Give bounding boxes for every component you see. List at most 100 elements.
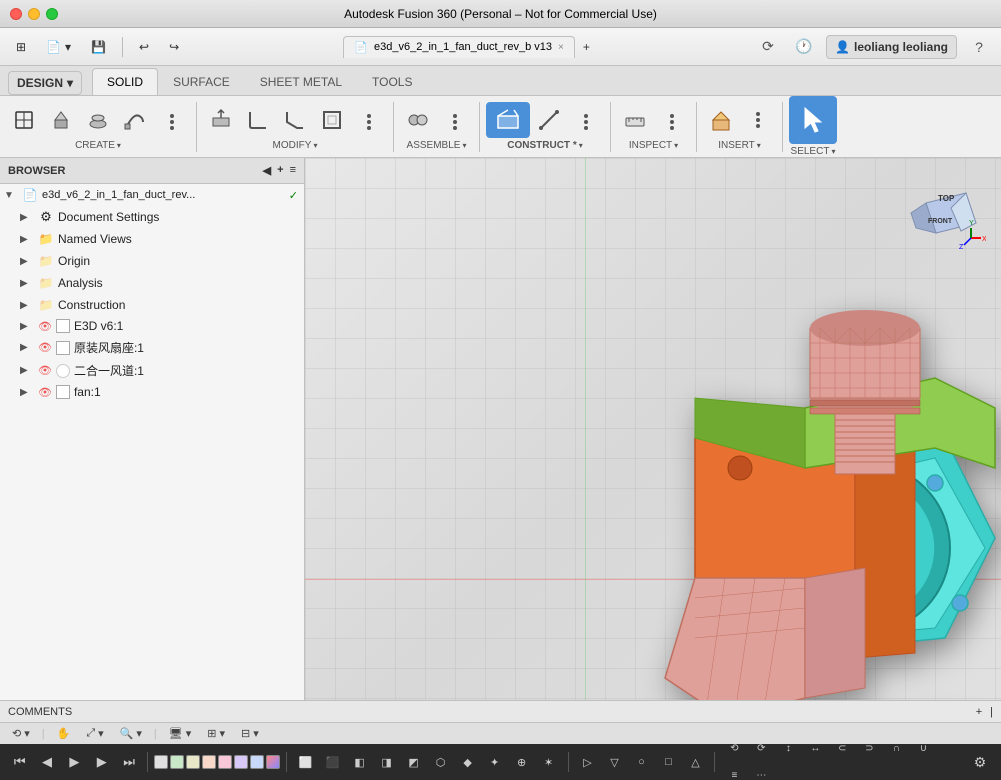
swatch-gradient[interactable]: [266, 755, 280, 769]
geom-icon-2[interactable]: ▽: [601, 749, 627, 775]
sidebar-collapse-icon[interactable]: ◀: [263, 164, 271, 177]
tree-item-construction[interactable]: ▶ 📁 Construction: [0, 294, 304, 316]
play-btn[interactable]: ▶: [63, 749, 86, 775]
grid-icon-btn[interactable]: ⊞: [8, 36, 34, 58]
create-new-body-btn[interactable]: [6, 102, 42, 138]
tool-icon-3[interactable]: ◧: [347, 749, 373, 775]
tool-icon-2[interactable]: ⬛: [320, 749, 346, 775]
misc-icon-2[interactable]: ⟳: [748, 744, 774, 762]
swatch-blue[interactable]: [250, 755, 264, 769]
tree-item-erheyi[interactable]: ▶ 👁 二合一风道:1: [0, 359, 304, 382]
tree-item-e3d[interactable]: ▶ 👁 E3D v6:1: [0, 316, 304, 336]
swatch-yellow[interactable]: [186, 755, 200, 769]
create-sweep-btn[interactable]: [117, 102, 153, 138]
construct-axis-btn[interactable]: [531, 102, 567, 138]
misc-icon-7[interactable]: ∩: [883, 744, 909, 762]
sidebar-add-icon[interactable]: +: [277, 164, 283, 177]
file-tab[interactable]: 📄 e3d_v6_2_in_1_fan_duct_rev_b v13 ×: [343, 36, 575, 58]
tree-item-analysis[interactable]: ▶ 📁 Analysis: [0, 272, 304, 294]
tree-item-root[interactable]: ▼ 📄 e3d_v6_2_in_1_fan_duct_rev... ✓: [0, 184, 304, 206]
misc-icon-4[interactable]: ↔: [802, 744, 828, 762]
inspect-measure-btn[interactable]: [617, 102, 653, 138]
misc-icon-3[interactable]: ↕: [775, 744, 801, 762]
snap-btn[interactable]: ⊟ ▾: [237, 725, 263, 742]
tool-icon-9[interactable]: ⊕: [509, 749, 535, 775]
e3d-eye-icon[interactable]: 👁: [38, 320, 52, 333]
tree-item-origin[interactable]: ▶ 📁 Origin: [0, 250, 304, 272]
fan-eye-icon[interactable]: 👁: [38, 386, 52, 399]
pan-btn[interactable]: ✋: [53, 725, 75, 742]
create-revolve-btn[interactable]: [80, 102, 116, 138]
misc-icon-6[interactable]: ⊃: [856, 744, 882, 762]
misc-icon-5[interactable]: ⊂: [829, 744, 855, 762]
geom-icon-5[interactable]: △: [682, 749, 708, 775]
minimize-button[interactable]: [28, 8, 40, 20]
tab-tools[interactable]: TOOLS: [357, 68, 427, 95]
misc-icon-1[interactable]: ⟲: [721, 744, 747, 762]
assemble-joint-btn[interactable]: [400, 102, 436, 138]
geom-icon-4[interactable]: □: [655, 749, 681, 775]
tab-surface[interactable]: SURFACE: [158, 68, 245, 95]
swatch-orange[interactable]: [202, 755, 216, 769]
misc-icon-9[interactable]: ≡: [721, 763, 747, 780]
user-label[interactable]: 👤 leoliang leoliang: [826, 35, 957, 59]
redo-btn[interactable]: ↪: [161, 36, 187, 58]
tool-icon-6[interactable]: ⬡: [428, 749, 454, 775]
assemble-more-btn[interactable]: [437, 102, 473, 138]
geom-icon-1[interactable]: ▷: [574, 749, 600, 775]
inspect-more-btn[interactable]: [654, 102, 690, 138]
tree-item-doc-settings[interactable]: ▶ ⚙ Document Settings: [0, 206, 304, 228]
sidebar-menu-icon[interactable]: ≡: [290, 164, 296, 177]
file-tab-close[interactable]: ×: [558, 42, 564, 53]
tree-item-named-views[interactable]: ▶ 📁 Named Views: [0, 228, 304, 250]
tool-icon-7[interactable]: ◆: [455, 749, 481, 775]
help-btn[interactable]: ?: [965, 33, 993, 61]
misc-icon-8[interactable]: ∪: [910, 744, 936, 762]
tab-sheet-metal[interactable]: SHEET METAL: [245, 68, 357, 95]
maximize-button[interactable]: [46, 8, 58, 20]
design-dropdown[interactable]: DESIGN ▾: [8, 71, 82, 95]
modify-fillet-btn[interactable]: [240, 102, 276, 138]
refresh-btn[interactable]: ⟳: [754, 33, 782, 61]
tool-icon-8[interactable]: ✦: [482, 749, 508, 775]
swatch-green[interactable]: [170, 755, 184, 769]
tree-item-yuanzhuang[interactable]: ▶ 👁 原装风扇座:1: [0, 336, 304, 359]
zoom-btn[interactable]: ⤢ ▾: [82, 725, 107, 742]
create-more-btn[interactable]: [154, 102, 190, 138]
file-menu-btn[interactable]: 📄 ▾: [38, 36, 79, 58]
rewind-btn[interactable]: ⏮: [8, 749, 31, 775]
tool-icon-1[interactable]: ⬜: [293, 749, 319, 775]
tree-item-fan[interactable]: ▶ 👁 fan:1: [0, 382, 304, 402]
prev-btn[interactable]: ◀: [35, 749, 58, 775]
modify-shell-btn[interactable]: [314, 102, 350, 138]
tool-icon-5[interactable]: ◩: [401, 749, 427, 775]
new-tab-btn[interactable]: +: [575, 36, 598, 58]
insert-mesh-btn[interactable]: [703, 102, 739, 138]
modify-press-pull-btn[interactable]: [203, 102, 239, 138]
geom-icon-3[interactable]: ○: [628, 749, 654, 775]
swatch-pink[interactable]: [218, 755, 232, 769]
tool-icon-10[interactable]: ✶: [536, 749, 562, 775]
orbit-btn[interactable]: ⟲ ▾: [8, 725, 34, 742]
viewport[interactable]: TOP FRONT X Y Z: [305, 158, 1001, 700]
display-btn[interactable]: 🖥 ▾: [165, 725, 196, 742]
grid-toggle-btn[interactable]: ⊞ ▾: [203, 725, 229, 742]
insert-more-btn[interactable]: [740, 102, 776, 138]
yuanzhuang-eye-icon[interactable]: 👁: [38, 341, 52, 354]
swatch-purple[interactable]: [234, 755, 248, 769]
settings-icon-btn[interactable]: ⚙: [967, 749, 993, 775]
comments-add-icon[interactable]: +: [976, 706, 982, 718]
clock-btn[interactable]: 🕐: [790, 33, 818, 61]
undo-btn[interactable]: ↩: [131, 36, 157, 58]
modify-more-btn[interactable]: [351, 102, 387, 138]
modify-chamfer-btn[interactable]: [277, 102, 313, 138]
next-btn[interactable]: ▶: [90, 749, 113, 775]
fastforward-btn[interactable]: ⏭: [117, 749, 140, 775]
erheyi-eye-icon[interactable]: 👁: [38, 364, 52, 377]
misc-icon-10[interactable]: ⋯: [748, 763, 774, 780]
save-btn[interactable]: 💾: [83, 36, 114, 58]
close-button[interactable]: [10, 8, 22, 20]
construct-more-btn[interactable]: [568, 102, 604, 138]
select-btn[interactable]: [789, 96, 837, 144]
create-extrude-btn[interactable]: [43, 102, 79, 138]
